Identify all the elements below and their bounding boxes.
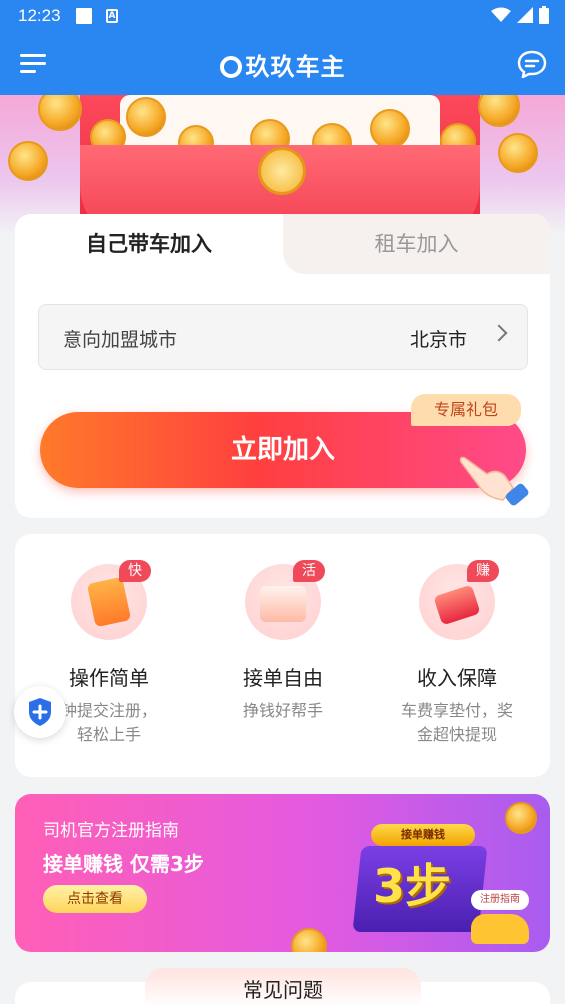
feature-income: 赚 收入保障 车费享垫付，奖 金超快提现 (367, 560, 547, 747)
font-a-icon: A (106, 9, 118, 23)
steering-wheel-icon (258, 147, 306, 195)
coin-icon (370, 109, 410, 149)
guide-subtitle: 司机官方注册指南 (43, 821, 179, 841)
join-tabs: 自己带车加入 租车加入 (15, 214, 550, 274)
shield-plus-button[interactable] (14, 686, 66, 738)
wifi-icon (491, 7, 511, 22)
logo-icon (219, 56, 242, 78)
app-header: 玖玖车主 (0, 33, 565, 95)
coin-icon (126, 97, 166, 137)
feature-desc: 挣钱好帮手 (193, 699, 373, 723)
feature-desc: 车费享垫付，奖 金超快提现 (367, 699, 547, 747)
coin-icon (38, 95, 82, 131)
chevron-right-icon (490, 324, 508, 342)
app-title-text: 玖玖车主 (245, 53, 346, 81)
faq-title: 常见问题 (145, 968, 421, 1004)
tab-own-car[interactable]: 自己带车加入 (15, 214, 283, 274)
city-label: 意向加盟城市 (63, 329, 178, 351)
pointing-hand-icon (459, 456, 529, 506)
feature-desc-line: 金超快提现 (416, 725, 497, 744)
city-selector[interactable]: 意向加盟城市 北京市 (38, 304, 528, 370)
view-guide-button[interactable]: 点击查看 (43, 885, 147, 913)
steps-tag: 注册指南 (471, 890, 529, 910)
coin-icon (498, 133, 538, 173)
gift-badge: 专属礼包 (411, 394, 521, 426)
features-card: 快 操作简单 钟提交注册， 轻松上手 活 接单自由 挣钱好帮手 赚 收入保障 车… (15, 534, 550, 777)
three-steps-illustration: 接单赚钱 3步 注册指南 (351, 814, 535, 944)
feature-title: 接单自由 (243, 666, 323, 690)
red-packet-icon: 赚 (419, 560, 499, 640)
join-card: 自己带车加入 租车加入 意向加盟城市 北京市 立即加入 专属礼包 (15, 214, 550, 518)
status-time: 12:23 (18, 6, 61, 25)
car-icon (471, 914, 529, 944)
app-title: 玖玖车主 (0, 47, 565, 82)
feature-flexible: 活 接单自由 挣钱好帮手 (193, 560, 373, 723)
steps-text: 3步 (373, 859, 452, 913)
registration-guide-banner[interactable]: 司机官方注册指南 接单赚钱 仅需3步 点击查看 接单赚钱 3步 注册指南 (15, 794, 550, 952)
guide-title: 接单赚钱 仅需3步 (43, 852, 204, 876)
phone-lightning-icon: 快 (71, 560, 151, 640)
tab-rent-car[interactable]: 租车加入 (283, 214, 550, 274)
chat-bubble-icon[interactable] (517, 50, 547, 82)
faq-card: 常见问题 (15, 968, 550, 1004)
feature-badge: 快 (119, 560, 151, 582)
status-bar: 12:23 A (0, 0, 565, 33)
feature-badge: 活 (293, 560, 325, 582)
feature-desc-line: 挣钱好帮手 (242, 701, 323, 720)
feature-title: 收入保障 (417, 666, 497, 690)
coin-icon (291, 928, 327, 952)
coin-icon (8, 141, 48, 181)
feature-desc-line: 车费享垫付，奖 (400, 701, 513, 720)
order-card-icon: 活 (245, 560, 325, 640)
battery-icon (539, 6, 549, 24)
shield-plus-icon (29, 698, 51, 726)
signal-icon (517, 7, 533, 23)
notification-square-icon (76, 8, 92, 24)
feature-badge: 赚 (467, 560, 499, 582)
coin-icon (505, 802, 537, 834)
city-value: 北京市 (409, 329, 467, 351)
steps-ribbon: 接单赚钱 (371, 824, 475, 846)
coin-icon (478, 95, 520, 127)
